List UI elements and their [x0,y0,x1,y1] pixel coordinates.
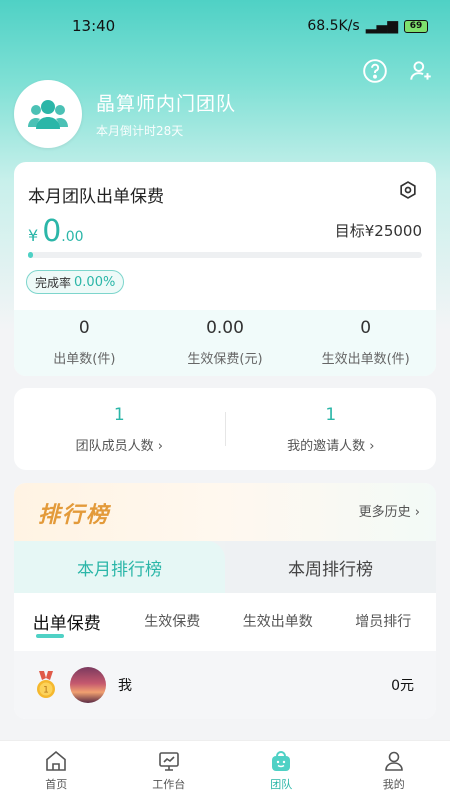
nav-label: 首页 [45,778,68,791]
status-time: 13:40 [72,17,116,35]
nav-mine[interactable]: 我的 [338,741,450,800]
premium-stats-row: 0 出单数(件) 0.00 生效保费(元) 0 生效出单数(件) [14,310,436,376]
stat-value: 0 [78,318,90,338]
premium-progress-bar [28,252,422,258]
monitor-chart-icon [158,752,179,771]
stat-orders: 0 出单数(件) [14,310,155,376]
nav-team[interactable]: 团队 [225,741,338,800]
person-add-icon[interactable] [408,58,434,84]
stat-label: 生效出单数(件) [321,352,410,367]
tab-this-month[interactable]: 本月排行榜 [14,541,225,593]
stat-label: 出单数(件) [53,352,116,367]
nav-label: 团队 [270,778,293,791]
members-card: 1 团队成员人数 › 1 我的邀请人数 › [14,388,436,470]
amount-integer: 0 [42,214,62,249]
nav-home[interactable]: 首页 [0,741,113,800]
team-bag-icon [272,751,291,771]
stat-label: 生效保费(元) [187,352,263,367]
bottom-navigation: 首页 工作台 团队 我的 [0,740,450,800]
medal-rank: 1 [43,686,49,696]
team-group-icon [28,100,68,129]
user-premium-value: 0元 [391,678,414,694]
network-speed: 68.5K/s [307,18,360,34]
currency-symbol: ¥ [28,226,39,245]
user-icon [384,751,403,771]
tab-this-week[interactable]: 本周排行榜 [225,541,436,593]
my-invites-link[interactable]: 1 我的邀请人数 › [226,405,437,454]
status-bar: 13:40 68.5K/s ▂▄▆ 69 [0,0,450,52]
gold-medal-icon: 1 [37,671,55,698]
stat-effective-orders: 0 生效出单数(件) [295,310,436,376]
more-history-label: 更多历史 [358,505,411,520]
completion-rate-badge: 完成率 0.00% [26,270,125,294]
avatar [70,667,106,703]
leaderboard-row[interactable]: 1 我 0元 [14,651,436,719]
home-icon [46,750,67,771]
active-tab-underline [36,634,64,638]
team-name: 晶算师内门团队 [96,93,237,115]
nav-workbench[interactable]: 工作台 [113,741,226,800]
tab-label: 出单保费 [32,613,101,634]
team-members-link[interactable]: 1 团队成员人数 › [14,405,225,454]
stat-effective-premium: 0.00 生效保费(元) [155,310,296,376]
chevron-right-icon: › [157,438,163,454]
chevron-right-icon: › [414,505,420,520]
team-member-label: 团队成员人数 [75,438,154,454]
invite-label: 我的邀请人数 [287,438,366,454]
stat-value: 0 [360,318,372,338]
question-circle-icon[interactable] [362,58,388,84]
chevron-right-icon: › [369,438,375,454]
premium-amount: ¥ 0 .00 [28,214,84,249]
amount-decimal: .00 [61,229,84,245]
stat-value: 0.00 [206,318,244,338]
nav-label: 工作台 [152,778,186,791]
leaderboard-header: 排行榜 更多历史 › [14,483,436,543]
nav-label: 我的 [382,778,405,791]
premium-progress-fill [28,252,33,258]
premium-card-title: 本月团队出单保费 [28,187,164,207]
team-member-count: 1 [113,404,125,425]
completion-rate-value: 0.00% [74,274,116,290]
user-name: 我 [118,678,132,694]
tab-effective-premium[interactable]: 生效保费 [120,593,226,649]
battery-icon: 69 [404,19,428,33]
team-premium-card: 本月团队出单保费 ¥ 0 .00 目标¥25000 完成率 0.00% 0 出单… [14,162,436,376]
tab-effective-orders[interactable]: 生效出单数 [225,593,331,649]
team-avatar [14,80,82,148]
leaderboard-title: 排行榜 [38,503,111,528]
signal-icon: ▂▄▆ [365,18,398,34]
period-tabs: 本月排行榜 本周排行榜 [14,541,436,593]
completion-rate-label: 完成率 [35,275,72,290]
leaderboard-card: 排行榜 更多历史 › 本月排行榜 本周排行榜 出单保费 生效保费 生效出单数 增… [14,483,436,719]
tab-order-premium[interactable]: 出单保费 [14,593,120,649]
team-header: 晶算师内门团队 本月倒计时28天 [14,80,236,148]
tab-recruit-ranking[interactable]: 增员排行 [331,593,437,649]
premium-target: 目标¥25000 [334,222,422,240]
invite-count: 1 [325,404,337,425]
more-history-link[interactable]: 更多历史 › [359,501,420,520]
settings-hexagon-icon[interactable] [398,180,418,200]
month-countdown: 本月倒计时28天 [96,124,184,138]
metric-tabs: 出单保费 生效保费 生效出单数 增员排行 [14,593,436,649]
